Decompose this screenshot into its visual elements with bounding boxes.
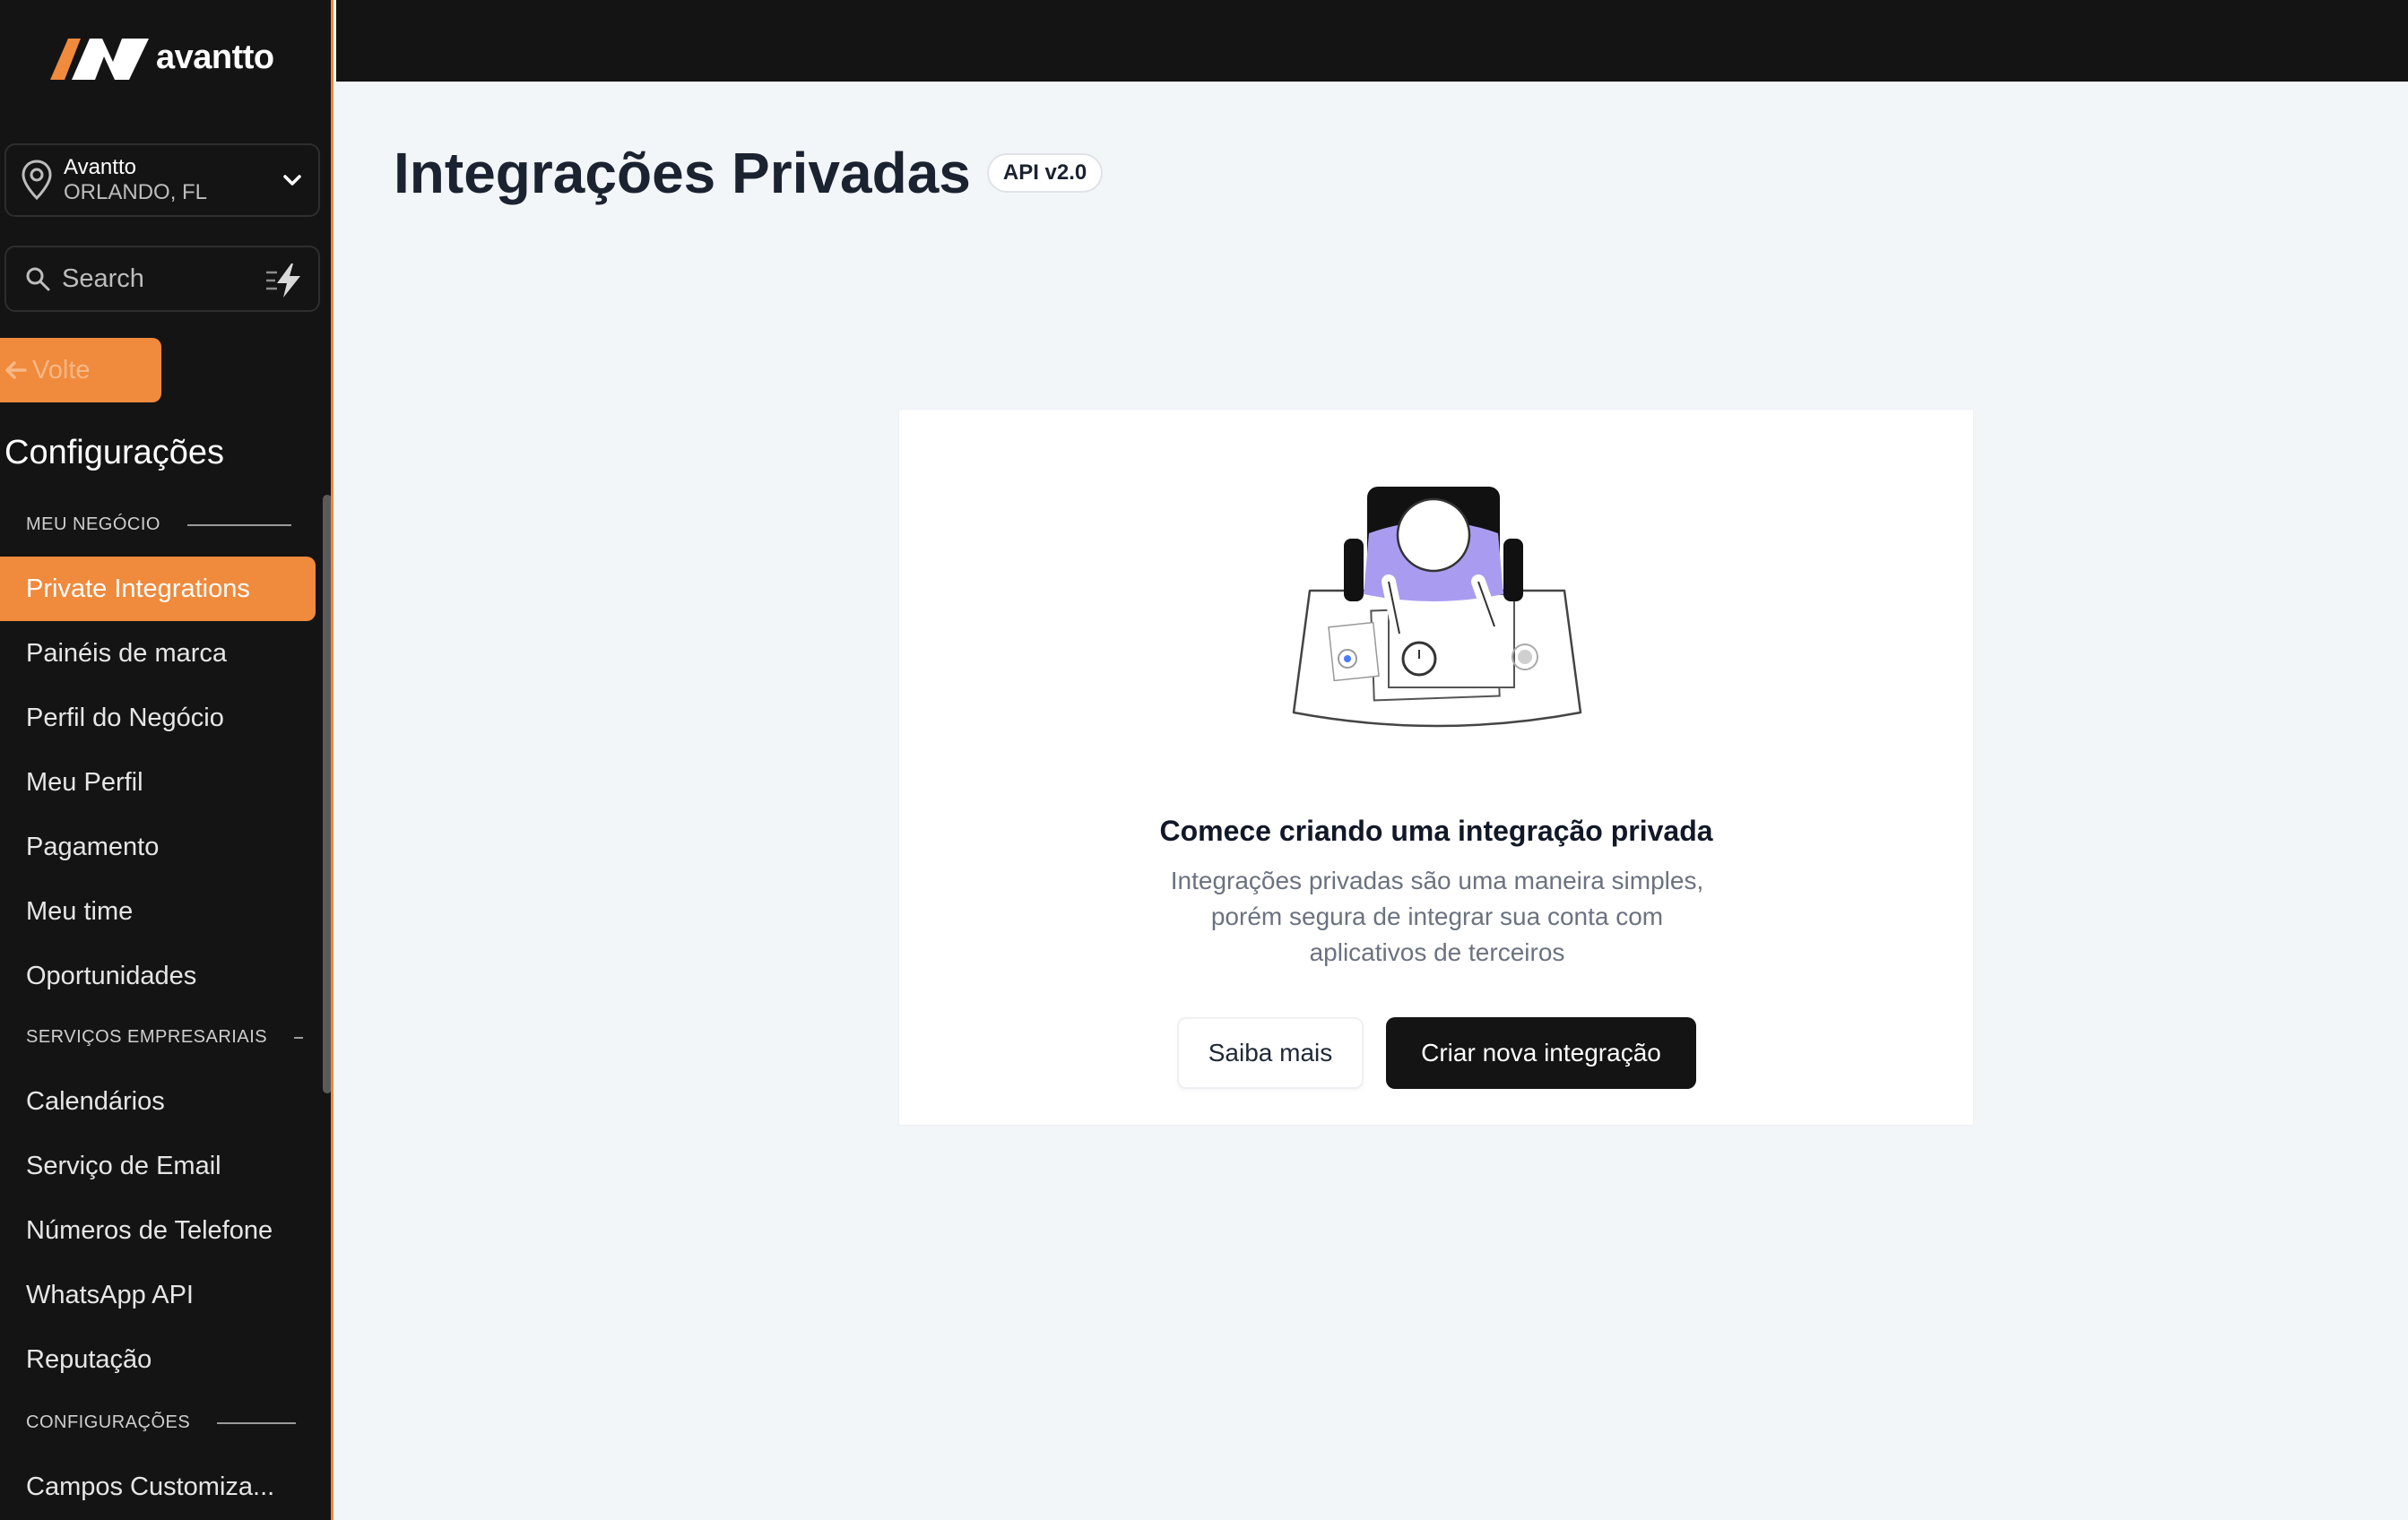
sidebar-item-whatsapp-api[interactable]: WhatsApp API bbox=[0, 1263, 316, 1327]
sidebar-item-reputacao[interactable]: Reputação bbox=[0, 1327, 316, 1392]
location-pin-icon bbox=[22, 160, 52, 201]
learn-more-button[interactable]: Saiba mais bbox=[1177, 1017, 1364, 1089]
sidebar-item-private-integrations[interactable]: Private Integrations bbox=[0, 557, 316, 621]
empty-state-card: Comece criando uma integração privada In… bbox=[898, 409, 1974, 1126]
group-label-servicos-empresariais: SERVIÇOS EMPRESARIAIS bbox=[26, 1027, 304, 1048]
api-version-badge: API v2.0 bbox=[986, 153, 1104, 193]
arrow-left-icon bbox=[5, 361, 27, 379]
group-divider bbox=[217, 1421, 297, 1424]
location-name: Avantto bbox=[64, 155, 136, 179]
sidebar-item-oportunidades[interactable]: Oportunidades bbox=[0, 944, 316, 1008]
sidebar-item-calendarios[interactable]: Calendários bbox=[0, 1069, 316, 1134]
sidebar-item-meu-time[interactable]: Meu time bbox=[0, 879, 316, 944]
sidebar-item-perfil-do-negocio[interactable]: Perfil do Negócio bbox=[0, 686, 316, 750]
location-switcher[interactable]: Avantto ORLANDO, FL bbox=[4, 143, 320, 217]
location-city: ORLANDO, FL bbox=[64, 180, 208, 204]
group-label-meu-negocio: MEU NEGÓCIO bbox=[26, 514, 291, 535]
page-title: Integrações Privadas API v2.0 bbox=[394, 140, 1104, 206]
quick-actions-bolt-icon[interactable] bbox=[264, 260, 306, 301]
search-icon bbox=[26, 267, 50, 291]
empty-state-heading: Comece criando uma integração privada bbox=[1159, 815, 1713, 847]
search-box[interactable] bbox=[4, 246, 320, 312]
page-title-text: Integrações Privadas bbox=[394, 141, 971, 205]
chevron-down-icon[interactable] bbox=[281, 168, 304, 192]
sidebar-item-servico-de-email[interactable]: Serviço de Email bbox=[0, 1134, 316, 1198]
sidebar-item-paineis-de-marca[interactable]: Painéis de marca bbox=[0, 621, 316, 686]
top-bar bbox=[336, 0, 2408, 82]
settings-section-title: Configurações bbox=[4, 434, 225, 471]
logo-text: avantto bbox=[156, 38, 274, 76]
sidebar-item-campos-customizados[interactable]: Campos Customiza... bbox=[0, 1455, 316, 1519]
sidebar: avantto Avantto ORLANDO, FL Search Volte… bbox=[0, 0, 333, 1520]
create-integration-button[interactable]: Criar nova integração bbox=[1386, 1017, 1696, 1089]
empty-state-description: Integrações privadas são uma maneira sim… bbox=[1170, 867, 1704, 966]
group-label-configuracoes: CONFIGURAÇÕES bbox=[26, 1412, 297, 1433]
sidebar-item-pagamento[interactable]: Pagamento bbox=[0, 815, 316, 879]
sidebar-item-meu-perfil[interactable]: Meu Perfil bbox=[0, 750, 316, 815]
sidebar-item-numeros-de-telefone[interactable]: Números de Telefone bbox=[0, 1198, 316, 1263]
avantto-logo-mark-icon bbox=[50, 39, 149, 80]
group-divider bbox=[294, 1036, 304, 1039]
logo[interactable]: avantto bbox=[50, 30, 274, 84]
back-button-label: Volte bbox=[32, 355, 91, 384]
back-button[interactable]: Volte bbox=[0, 338, 161, 402]
person-at-desk-illustration-icon bbox=[1292, 487, 1582, 728]
search-input[interactable] bbox=[62, 263, 241, 294]
group-divider bbox=[186, 523, 291, 526]
sidebar-scrollbar[interactable] bbox=[323, 495, 331, 1093]
